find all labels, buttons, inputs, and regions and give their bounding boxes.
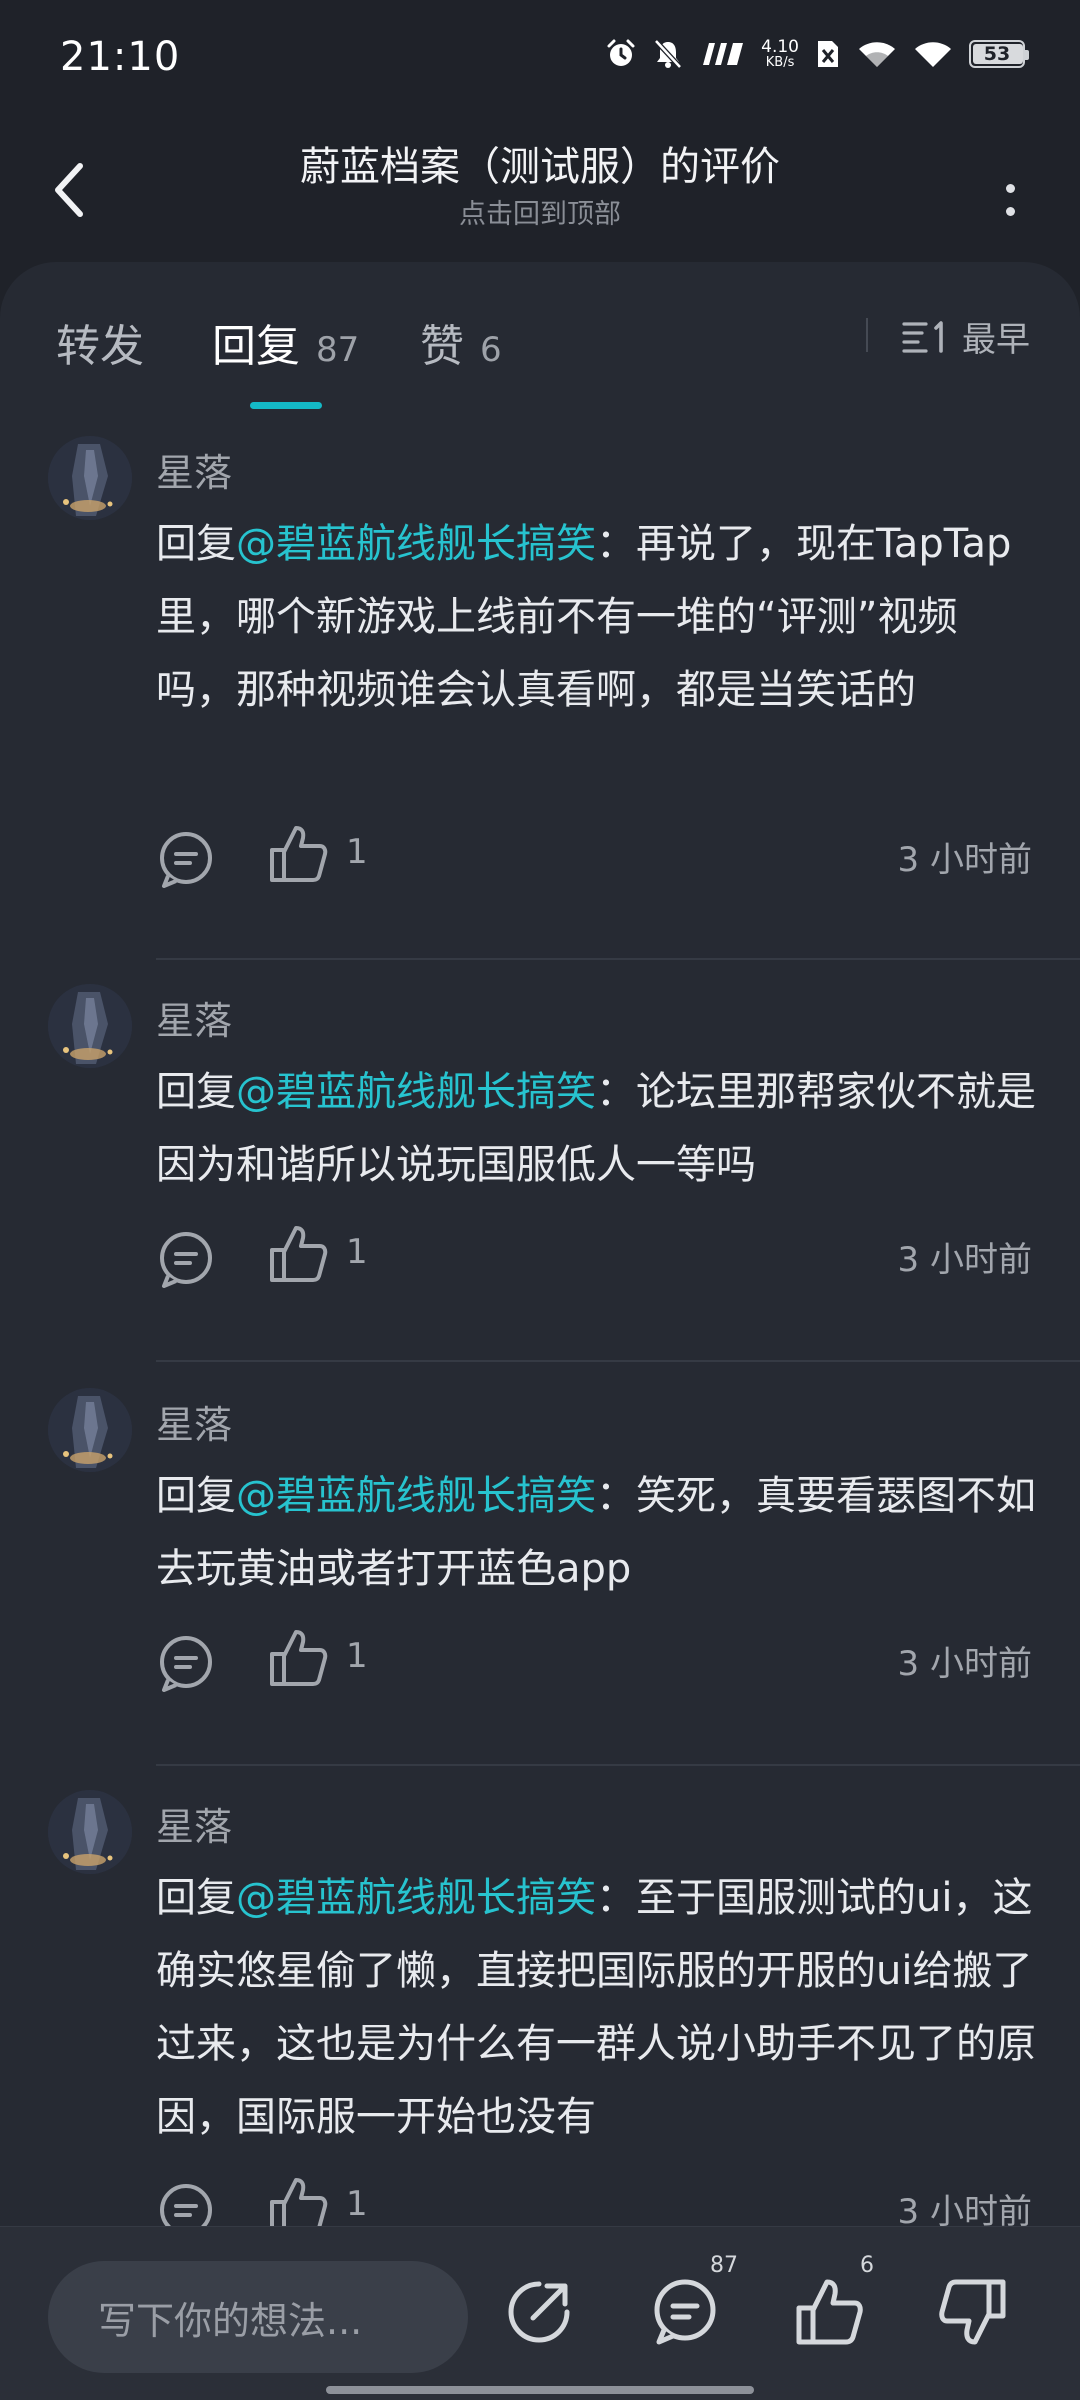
wifi-icon	[859, 42, 895, 67]
home-indicator[interactable]	[326, 2386, 754, 2394]
reply-prefix: 回复	[156, 521, 236, 567]
more-dot	[1005, 184, 1015, 193]
comment-list: 星落 回复@碧蓝航线舰长搞笑：再说了，现在TapTap里，哪个新游戏上线前不有一…	[0, 412, 1080, 2266]
divider	[156, 1360, 1080, 1362]
thumbs-up-icon[interactable]	[266, 1222, 330, 1286]
comment-text: 回复@碧蓝航线舰长搞笑：笑死，真要看瑟图不如去玩黄油或者打开蓝色app	[156, 1460, 1036, 1606]
avatar[interactable]	[48, 436, 132, 520]
reply-count-button[interactable]: 87	[640, 2253, 738, 2357]
bottom-action-bar: 写下你的想法... 87 6	[0, 2226, 1080, 2400]
avatar[interactable]	[48, 1388, 132, 1472]
mute-bell-icon	[654, 39, 682, 69]
list-item: 星落 回复@碧蓝航线舰长搞笑：再说了，现在TapTap里，哪个新游戏上线前不有一…	[0, 412, 1080, 960]
like-button[interactable]: 6	[784, 2253, 874, 2357]
comment-text: 回复@碧蓝航线舰长搞笑：论坛里那帮家伙不就是因为和谐所以说玩国服低人一等吗	[156, 1056, 1036, 1202]
comment-input[interactable]: 写下你的想法...	[48, 2261, 468, 2373]
reply-prefix: 回复	[156, 1069, 236, 1115]
thumbs-up-icon[interactable]	[266, 1626, 330, 1690]
comment-actions: 1 3 小时前	[156, 1222, 1036, 1292]
status-bar: 21:10 4.10 KB/s 53	[0, 0, 1080, 120]
reply-prefix: 回复	[156, 1473, 236, 1519]
username[interactable]: 星落	[156, 1394, 232, 1449]
page-title[interactable]: 蔚蓝档案（测试服）的评价	[0, 134, 1080, 192]
timestamp: 3 小时前	[897, 840, 1032, 880]
username[interactable]: 星落	[156, 990, 232, 1045]
list-item: 星落 回复@碧蓝航线舰长搞笑：笑死，真要看瑟图不如去玩黄油或者打开蓝色app 1…	[0, 1364, 1080, 1766]
tab-count: 6	[480, 330, 502, 370]
tab-count: 87	[316, 330, 360, 370]
reply-icon[interactable]	[156, 1228, 220, 1292]
sim-off-icon	[818, 41, 838, 67]
tab-label: 回复	[212, 321, 300, 372]
sort-divider	[866, 318, 868, 352]
header: 蔚蓝档案（测试服）的评价 点击回到顶部	[0, 120, 1080, 260]
tab-repost[interactable]: 转发	[56, 310, 144, 374]
thumbs-down-icon	[939, 2279, 1006, 2345]
tab-label: 转发	[56, 321, 144, 372]
list-item: 星落 回复@碧蓝航线舰长搞笑：至于国服测试的ui，这确实悠星偷了懒，直接把国际服…	[0, 1766, 1080, 2266]
mention-link[interactable]: @碧蓝航线舰长搞笑	[236, 521, 596, 567]
reply-icon[interactable]	[156, 828, 220, 892]
share-icon	[508, 2281, 570, 2343]
sort-order-icon	[902, 320, 943, 353]
comment-text: 回复@碧蓝航线舰长搞笑：至于国服测试的ui，这确实悠星偷了懒，直接把国际服的开服…	[156, 1862, 1036, 2154]
hd-signal-icon	[703, 43, 744, 65]
like-count-badge: 6	[860, 2253, 874, 2278]
thumbs-up-icon[interactable]	[266, 822, 330, 886]
reply-icon[interactable]	[156, 1632, 220, 1696]
status-time: 21:10	[60, 34, 181, 80]
dislike-button[interactable]	[928, 2267, 1018, 2357]
wifi-icon	[915, 42, 951, 67]
username[interactable]: 星落	[156, 442, 232, 497]
thumbs-up-icon	[796, 2279, 863, 2345]
alarm-icon	[607, 39, 635, 66]
status-icons: 4.10 KB/s 53	[605, 37, 1029, 70]
share-button[interactable]	[494, 2267, 584, 2357]
comment-icon	[654, 2279, 716, 2345]
net-speed-value: 4.10	[761, 37, 799, 57]
content-panel: 转发 回复 87 赞 6 最早 星落 回复@碧蓝航线舰长搞笑：再说了，现在Tap…	[0, 262, 1080, 2400]
mention-link[interactable]: @碧蓝航线舰长搞笑	[236, 1473, 596, 1519]
sort-label: 最早	[962, 320, 1030, 360]
timestamp: 3 小时前	[897, 1644, 1032, 1684]
battery-level: 53	[983, 43, 1011, 65]
scroll-to-top-hint[interactable]: 点击回到顶部	[0, 192, 1080, 231]
more-dot	[1005, 207, 1015, 216]
username[interactable]: 星落	[156, 1796, 232, 1851]
comment-actions: 1 3 小时前	[156, 822, 1036, 892]
more-options-button[interactable]	[980, 160, 1040, 240]
like-count: 1	[346, 1636, 368, 1676]
screen: 21:10 4.10 KB/s 53 蔚蓝档案（测试服）的评价 点击回到顶部 转…	[0, 0, 1080, 2400]
net-speed-unit: KB/s	[765, 55, 795, 70]
timestamp: 3 小时前	[897, 1240, 1032, 1280]
tab-label: 赞	[420, 321, 464, 372]
tab-replies[interactable]: 回复 87	[212, 310, 359, 374]
reply-prefix: 回复	[156, 1875, 236, 1921]
like-count: 1	[346, 832, 368, 872]
list-item: 星落 回复@碧蓝航线舰长搞笑：论坛里那帮家伙不就是因为和谐所以说玩国服低人一等吗…	[0, 960, 1080, 1364]
comment-text: 回复@碧蓝航线舰长搞笑：再说了，现在TapTap里，哪个新游戏上线前不有一堆的“…	[156, 508, 1036, 727]
avatar[interactable]	[48, 1790, 132, 1874]
like-count: 1	[346, 2184, 368, 2224]
like-count: 1	[346, 1232, 368, 1272]
net-speed: 4.10 KB/s	[761, 37, 799, 70]
active-tab-indicator	[250, 402, 322, 409]
tab-likes[interactable]: 赞 6	[420, 310, 502, 374]
tab-bar: 转发 回复 87 赞 6 最早	[0, 262, 1080, 412]
battery-icon: 53	[969, 40, 1029, 68]
avatar[interactable]	[48, 984, 132, 1068]
mention-link[interactable]: @碧蓝航线舰长搞笑	[236, 1875, 596, 1921]
comment-input-placeholder: 写下你的想法...	[98, 2298, 363, 2343]
comment-actions: 1 3 小时前	[156, 1626, 1036, 1696]
mention-link[interactable]: @碧蓝航线舰长搞笑	[236, 1069, 596, 1115]
reply-count-badge: 87	[710, 2253, 738, 2278]
sort-button[interactable]: 最早	[902, 312, 1030, 361]
